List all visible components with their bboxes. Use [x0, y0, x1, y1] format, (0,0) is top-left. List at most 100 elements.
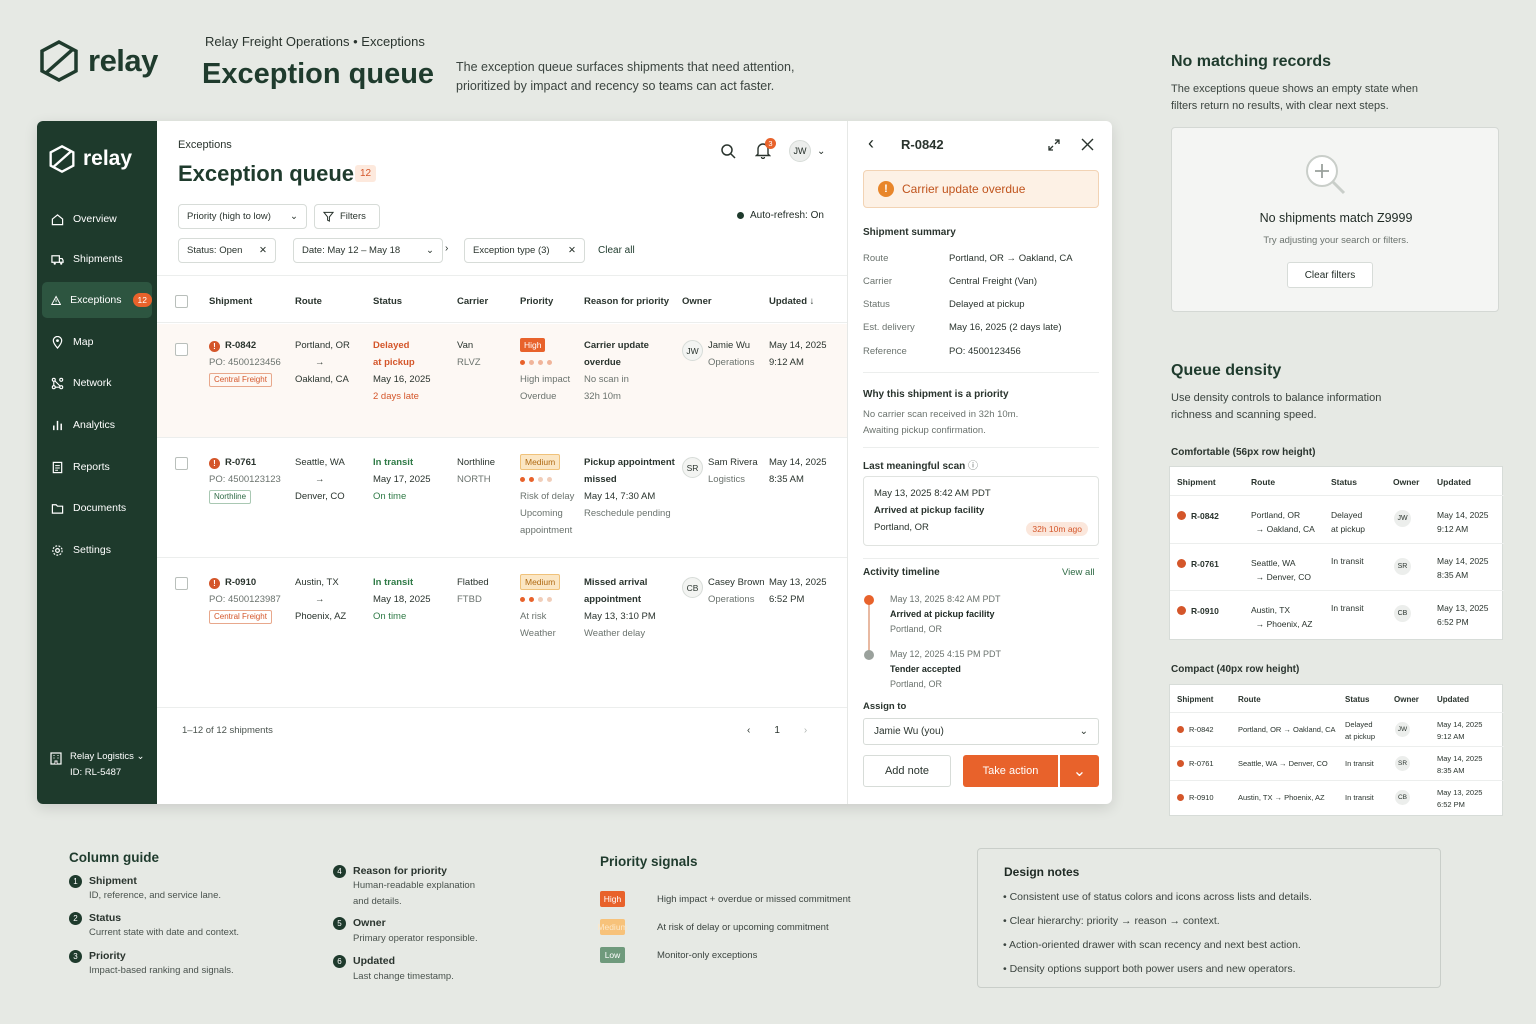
- sidebar-logo[interactable]: relay: [49, 145, 132, 173]
- auto-refresh-status[interactable]: Auto-refresh: On: [737, 210, 824, 221]
- sidebar-item-settings[interactable]: Settings: [42, 532, 152, 568]
- design-note: • Clear hierarchy: priority → reason → c…: [1003, 915, 1220, 927]
- close-icon[interactable]: ✕: [259, 245, 267, 256]
- view-all-link[interactable]: View all: [1062, 567, 1095, 578]
- empty-card-subtitle: Try adjusting your search or filters.: [1263, 235, 1409, 246]
- guide-item-desc: Primary operator responsible.: [353, 933, 478, 944]
- col-route[interactable]: Route: [295, 296, 322, 307]
- info-icon: ⓘ: [968, 461, 979, 472]
- why-heading: Why this shipment is a priority: [863, 389, 1009, 400]
- col-owner: Owner: [1393, 477, 1420, 487]
- owner-avatar: SR: [1394, 558, 1411, 575]
- shipment-id[interactable]: R-0761: [225, 457, 256, 468]
- col-status[interactable]: Status: [373, 296, 402, 307]
- row-checkbox[interactable]: [175, 577, 188, 590]
- col-owner[interactable]: Owner: [682, 296, 712, 307]
- user-menu[interactable]: JW ⌄: [789, 140, 825, 162]
- priority-dots: [520, 591, 560, 608]
- alert-icon: [1177, 760, 1184, 767]
- notifications-button[interactable]: 3: [755, 138, 776, 159]
- row-checkbox[interactable]: [175, 457, 188, 470]
- row-checkbox[interactable]: [175, 343, 188, 356]
- updated-date: May 13, 2025: [769, 577, 827, 588]
- exception-type-chip[interactable]: Exception type (3) ✕: [464, 238, 585, 263]
- col-priority[interactable]: Priority: [520, 296, 553, 307]
- next-page-icon[interactable]: ›: [804, 725, 807, 736]
- clear-all-link[interactable]: Clear all: [598, 245, 635, 256]
- col-shipment[interactable]: Shipment: [209, 296, 252, 307]
- sidebar-item-label: Overview: [73, 213, 117, 225]
- priority-signals-heading: Priority signals: [600, 854, 698, 869]
- route-to: Denver, CO: [295, 491, 345, 502]
- search-icon[interactable]: [720, 143, 736, 159]
- action-menu-button[interactable]: ⌄: [1060, 755, 1099, 787]
- expand-icon[interactable]: [1047, 138, 1061, 152]
- close-icon[interactable]: [1081, 138, 1094, 151]
- empty-card-title: No shipments match Z9999: [1259, 211, 1413, 225]
- design-notes-heading: Design notes: [1004, 865, 1080, 879]
- summary-carrier: Central Freight (Van): [949, 276, 1037, 287]
- sidebar-item-reports[interactable]: Reports: [42, 449, 152, 485]
- table-row[interactable]: ! R-0910 PO: 4500123987 Central Freight A…: [157, 558, 847, 708]
- col-reason[interactable]: Reason for priority: [584, 296, 669, 307]
- shipment-id[interactable]: R-0842: [225, 340, 256, 351]
- table-row[interactable]: R-0761 Seattle, WA → Denver, CO In trans…: [1170, 544, 1504, 591]
- timeline-dot: [864, 650, 874, 660]
- carrier-code: RLVZ: [457, 357, 481, 368]
- table-row[interactable]: ! R-0842 PO: 4500123456 Central Freight P…: [157, 324, 847, 438]
- owner-name: Sam Rivera: [708, 457, 758, 468]
- sidebar-item-exceptions[interactable]: Exceptions 12: [42, 282, 152, 318]
- priority-signal: appointment: [520, 525, 573, 536]
- chip-label: Status: Open: [187, 245, 243, 256]
- priority-badge: Medium: [520, 454, 561, 470]
- empty-state-heading: No matching records: [1171, 53, 1332, 70]
- table-row[interactable]: R-0842 Portland, OR → Oakland, CA Delaye…: [1170, 496, 1504, 544]
- col-updated[interactable]: Updated ↓: [769, 296, 814, 307]
- table-row[interactable]: R-0842 Portland, OR → Oakland, CA Delaye…: [1170, 713, 1504, 747]
- compact-table: Shipment Route Status Owner Updated R-08…: [1169, 684, 1504, 816]
- prev-page-icon[interactable]: ‹: [747, 725, 750, 736]
- chip-label: Exception type (3): [473, 245, 550, 256]
- col-route: Route: [1238, 695, 1261, 704]
- clear-filters-button[interactable]: Clear filters: [1287, 262, 1373, 288]
- date-filter-chip[interactable]: Date: May 12 – May 18 ⌄: [293, 238, 443, 263]
- filters-button[interactable]: Filters: [314, 204, 380, 229]
- org-switcher[interactable]: Relay Logistics ⌄ ID: RL-5487: [49, 749, 145, 781]
- sidebar: relay Overview Shipments Exceptions 12 M…: [37, 121, 157, 804]
- sidebar-item-overview[interactable]: Overview: [42, 201, 152, 237]
- table-row[interactable]: R-0761 Seattle, WA → Denver, CO In trans…: [1170, 747, 1504, 781]
- chevron-right-icon[interactable]: ›: [445, 243, 448, 254]
- table-row[interactable]: R-0910 Austin, TX → Phoenix, AZ In trans…: [1170, 781, 1504, 815]
- page-number[interactable]: 1: [774, 725, 780, 736]
- step-number: 4: [333, 865, 346, 878]
- close-icon[interactable]: ✕: [568, 245, 576, 256]
- back-icon[interactable]: ‹: [868, 133, 874, 154]
- table-row[interactable]: R-0910 Austin, TX → Phoenix, AZ In trans…: [1170, 591, 1504, 640]
- sidebar-item-map[interactable]: Map: [42, 324, 152, 360]
- col-status: Status: [1331, 477, 1357, 487]
- comfortable-label: Comfortable (56px row height): [1171, 447, 1316, 458]
- sidebar-item-shipments[interactable]: Shipments: [42, 241, 152, 277]
- reason-title: Missed arrival: [584, 577, 648, 588]
- take-action-button[interactable]: Take action: [963, 755, 1058, 787]
- assignee-select[interactable]: Jamie Wu (you) ⌄: [863, 718, 1099, 745]
- guide-item-desc: Last change timestamp.: [353, 971, 454, 982]
- sidebar-item-analytics[interactable]: Analytics: [42, 407, 152, 443]
- summary-key: Est. delivery: [863, 322, 915, 333]
- step-number: 1: [69, 875, 82, 888]
- col-carrier[interactable]: Carrier: [457, 296, 488, 307]
- status-filter-chip[interactable]: Status: Open ✕: [178, 238, 276, 263]
- warning-icon: !: [878, 181, 894, 197]
- select-all-checkbox[interactable]: [175, 295, 188, 308]
- summary-key: Reference: [863, 346, 907, 357]
- table-row[interactable]: ! R-0761 PO: 4500123123 Northline Seattle…: [157, 438, 847, 558]
- sidebar-item-network[interactable]: Network: [42, 365, 152, 401]
- updated-date: May 14, 2025: [769, 457, 827, 468]
- shipment-id[interactable]: R-0910: [225, 577, 256, 588]
- add-note-button[interactable]: Add note: [863, 755, 951, 787]
- sort-select[interactable]: Priority (high to low) ⌄: [178, 204, 307, 229]
- sidebar-item-documents[interactable]: Documents: [42, 490, 152, 526]
- timeline-item: May 13, 2025 8:42 AM PDT Arrived at pick…: [890, 594, 1001, 634]
- reason-detail: May 13, 3:10 PM: [584, 611, 656, 622]
- design-note: • Density options support both power use…: [1003, 963, 1296, 975]
